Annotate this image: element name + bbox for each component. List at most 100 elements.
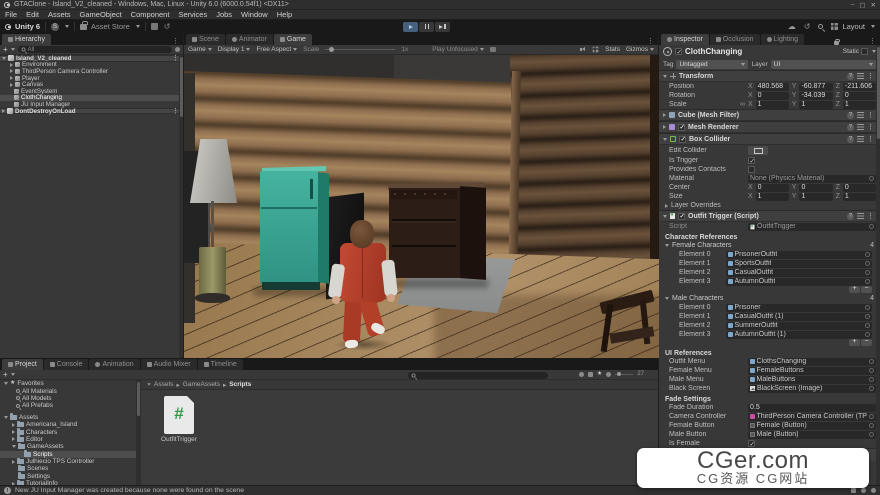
presets-icon[interactable] <box>857 73 864 79</box>
object-picker-icon[interactable] <box>869 432 874 437</box>
rotation-z-field[interactable]: 0 <box>843 92 876 100</box>
female-characters-foldout[interactable]: Female Characters 4 <box>659 241 880 250</box>
object-picker-icon[interactable] <box>865 314 870 319</box>
object-reference-field[interactable]: FemaleButtons <box>748 367 876 375</box>
add-element-button[interactable]: + <box>849 286 860 293</box>
slider-thumb[interactable] <box>329 47 334 52</box>
tree-settings[interactable]: Settings <box>0 473 136 480</box>
object-picker-icon[interactable] <box>869 224 874 229</box>
search-by-type-icon[interactable] <box>579 372 584 377</box>
breadcrumb-scripts[interactable]: Scripts <box>229 381 251 388</box>
link-scale-icon[interactable]: ∞ <box>740 101 745 108</box>
breadcrumb-gameassets[interactable]: GameAssets <box>183 381 220 388</box>
search-by-label-icon[interactable] <box>588 372 593 377</box>
object-picker-icon[interactable] <box>869 359 874 364</box>
fade-duration-field[interactable]: 0.5 <box>748 404 876 412</box>
vsync-grid-icon[interactable] <box>593 47 599 53</box>
tree-all-materials[interactable]: All Materials <box>0 387 136 394</box>
hierarchy-scene-dontdestroyonload[interactable]: DontDestroyOnLoad ⋮ <box>0 108 183 115</box>
object-picker-icon[interactable] <box>865 261 870 266</box>
create-asset-button[interactable]: + <box>3 370 15 379</box>
box-collider-header[interactable]: Box Collider ? ⋮ <box>659 133 880 145</box>
add-element-button[interactable]: + <box>849 339 860 346</box>
play-button[interactable] <box>403 22 418 32</box>
object-reference-field[interactable]: PrisonerOutfit <box>726 251 872 259</box>
tree-favorites[interactable]: ★Favorites <box>0 380 136 387</box>
size-x-field[interactable]: 1 <box>756 193 789 201</box>
undo-history-icon[interactable]: ↺ <box>804 22 811 31</box>
version-control-icon[interactable] <box>151 23 158 30</box>
mesh-renderer-header[interactable]: Mesh Renderer ? ⋮ <box>659 121 880 133</box>
display-dropdown[interactable]: Display 1 <box>218 46 251 53</box>
foldout-open-icon[interactable] <box>2 57 6 60</box>
object-reference-field[interactable]: Prisoner <box>726 304 872 312</box>
object-reference-field[interactable]: MaleButtons <box>748 376 876 384</box>
save-search-star-icon[interactable]: ★ <box>597 372 602 377</box>
help-icon[interactable]: ? <box>847 136 854 143</box>
menu-jobs[interactable]: Jobs <box>216 10 232 19</box>
progress-icon[interactable] <box>851 488 856 493</box>
gizmos-dropdown[interactable]: Gizmos <box>626 46 654 53</box>
foldout-closed-icon[interactable] <box>12 430 15 434</box>
is-female-checkbox[interactable] <box>748 440 755 447</box>
project-search-input[interactable] <box>408 372 548 379</box>
component-menu-icon[interactable]: ⋮ <box>867 111 876 119</box>
layer-overrides-foldout[interactable]: Layer Overrides <box>659 201 880 210</box>
play-focus-dropdown[interactable]: Play Unfocused <box>432 46 484 53</box>
tab-animator[interactable]: Animator <box>226 34 273 45</box>
scale-y-field[interactable]: 1 <box>799 101 832 109</box>
object-reference-field[interactable]: SportsOutfit <box>726 260 872 268</box>
object-picker-icon[interactable] <box>869 386 874 391</box>
menu-assets[interactable]: Assets <box>48 10 71 19</box>
hierarchy-scrollbar[interactable] <box>179 55 183 358</box>
tab-scene[interactable]: Scene <box>186 34 225 45</box>
object-picker-icon[interactable] <box>869 176 874 181</box>
active-checkbox[interactable] <box>675 48 682 55</box>
foldout-closed-icon[interactable] <box>12 423 15 427</box>
object-reference-field[interactable]: BlackScreen (Image) <box>748 385 876 393</box>
close-button[interactable]: ✕ <box>871 1 876 9</box>
tab-occlusion[interactable]: Occlusion <box>710 34 760 45</box>
scale-x-field[interactable]: 1 <box>756 101 789 109</box>
foldout-open-icon[interactable] <box>4 416 8 419</box>
menu-window[interactable]: Window <box>241 10 268 19</box>
component-menu-icon[interactable]: ⋮ <box>867 212 876 220</box>
foldout-open-icon[interactable] <box>665 297 669 300</box>
presets-icon[interactable] <box>857 112 864 118</box>
foldout-open-icon[interactable] <box>12 445 16 448</box>
foldout-open-icon[interactable] <box>663 138 667 141</box>
center-x-field[interactable]: 0 <box>756 184 789 192</box>
presets-icon[interactable] <box>857 124 864 130</box>
tab-audio-mixer[interactable]: Audio Mixer <box>141 359 197 370</box>
cloud-icon[interactable]: ☁ <box>788 22 796 31</box>
foldout-open-icon[interactable] <box>665 244 669 247</box>
object-picker-icon[interactable] <box>869 423 874 428</box>
tree-all-prefabs[interactable]: All Prefabs <box>0 402 136 409</box>
asset-store-dropdown[interactable]: Asset Store <box>80 22 140 31</box>
object-reference-field[interactable]: CasualOutfit (1) <box>726 313 872 321</box>
foldout-closed-icon[interactable] <box>12 437 15 441</box>
tab-console[interactable]: Console <box>44 359 89 370</box>
menu-help[interactable]: Help <box>277 10 292 19</box>
tab-inspector[interactable]: Inspector <box>661 34 709 45</box>
foldout-closed-icon[interactable] <box>12 460 15 464</box>
code-optimization-icon[interactable] <box>871 488 876 493</box>
center-y-field[interactable]: 0 <box>799 184 832 192</box>
foldout-open-icon[interactable] <box>663 75 667 78</box>
breadcrumb-assets[interactable]: Assets <box>154 381 174 388</box>
object-reference-field[interactable]: Male (Button) <box>748 431 876 439</box>
remove-element-button[interactable]: − <box>861 339 872 346</box>
account-avatar[interactable]: S <box>51 23 59 31</box>
help-icon[interactable]: ? <box>847 73 854 80</box>
rotation-y-field[interactable]: -34.039 <box>799 92 832 100</box>
size-y-field[interactable]: 1 <box>799 193 832 201</box>
tree-characters[interactable]: Characters <box>0 428 136 435</box>
foldout-closed-icon[interactable] <box>663 113 666 117</box>
help-icon[interactable]: ? <box>847 124 854 131</box>
script-field[interactable]: OutfitTrigger <box>748 223 876 231</box>
position-x-field[interactable]: 480.568 <box>756 83 789 91</box>
object-reference-field[interactable]: AutumnOutfit <box>726 278 872 286</box>
tab-project[interactable]: Project <box>2 359 43 370</box>
hidden-packages-icon[interactable] <box>606 372 611 377</box>
presets-icon[interactable] <box>857 136 864 142</box>
